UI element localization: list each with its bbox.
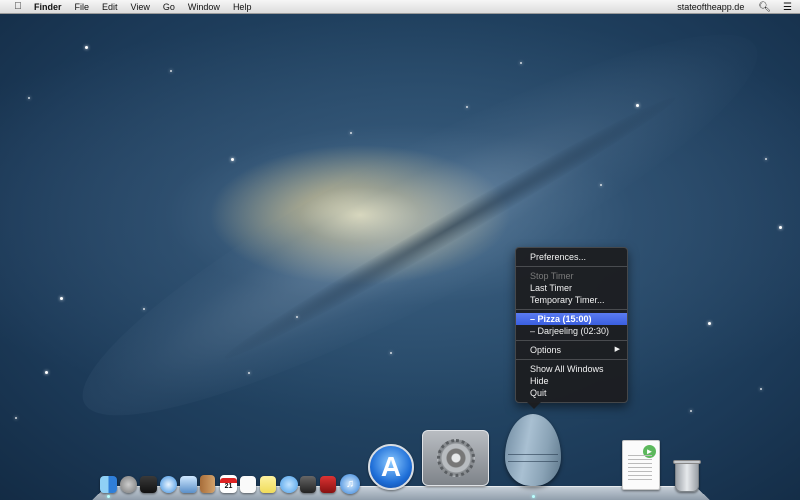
apple-icon[interactable]:  [12, 1, 24, 12]
menu-edit[interactable]: Edit [102, 2, 118, 12]
star [231, 158, 234, 161]
menu-item-quit[interactable]: Quit [516, 387, 627, 399]
star [466, 106, 468, 108]
calendar-icon[interactable]: 21 [220, 475, 237, 493]
trash-icon[interactable] [673, 460, 701, 492]
star [390, 352, 392, 354]
star [15, 417, 17, 419]
menu-item-timer-darjeeling[interactable]: – Darjeeling (02:30) [516, 325, 627, 337]
egg-timer-dial [508, 454, 558, 462]
app-store-icon[interactable]: A [368, 444, 414, 490]
menu-item-hide[interactable]: Hide [516, 375, 627, 387]
menu-help[interactable]: Help [233, 2, 252, 12]
menu-separator [516, 309, 627, 310]
menu-view[interactable]: View [131, 2, 150, 12]
finder-icon[interactable] [100, 476, 117, 493]
facetime-icon[interactable] [300, 476, 316, 493]
trash-lid [673, 460, 701, 464]
menu-go[interactable]: Go [163, 2, 175, 12]
star [45, 371, 48, 374]
menu-item-stop-timer: Stop Timer [530, 271, 574, 281]
safari-icon[interactable] [160, 476, 177, 493]
star [765, 158, 767, 160]
photo-booth-icon[interactable] [320, 476, 336, 493]
menu-bar-extras: stateoftheapp.de 🔍︎ ☰ [677, 0, 792, 14]
dock-context-menu: Preferences... Stop Timer Last Timer Tem… [515, 247, 628, 409]
star [760, 388, 762, 390]
menu-window[interactable]: Window [188, 2, 220, 12]
star [28, 97, 30, 99]
menu-item-show-all-windows[interactable]: Show All Windows [516, 363, 627, 375]
preview-icon[interactable] [180, 476, 197, 493]
menu-extra-text[interactable]: stateoftheapp.de [677, 2, 744, 12]
menu-item-temporary-timer[interactable]: Temporary Timer... [516, 294, 627, 306]
menu-app-name[interactable]: Finder [34, 2, 62, 12]
star [600, 184, 602, 186]
menu-item-options[interactable]: Options ▶ [516, 344, 627, 356]
menu-item-timer-pizza[interactable]: – Pizza (15:00) [516, 313, 627, 325]
mission-control-icon[interactable] [140, 476, 157, 493]
document-icon[interactable]: ► [622, 440, 660, 490]
gear-icon [436, 439, 475, 477]
menu-separator [516, 266, 627, 267]
contacts-icon[interactable] [200, 475, 215, 493]
menu-separator [516, 340, 627, 341]
calendar-day: 21 [224, 483, 233, 490]
star [248, 372, 250, 374]
document-lines [628, 455, 652, 481]
messages-icon[interactable] [280, 476, 298, 493]
desktop-wallpaper[interactable] [0, 0, 800, 500]
star [690, 410, 692, 412]
launchpad-icon[interactable] [120, 476, 137, 493]
notes-icon[interactable] [260, 476, 276, 493]
notification-center-icon[interactable]: ☰ [783, 2, 792, 13]
star [779, 226, 782, 229]
menu-bar:  Finder File Edit View Go Window Help s… [0, 0, 800, 14]
menu-item-options-label: Options [530, 345, 562, 355]
menu-item-preferences[interactable]: Preferences... [516, 251, 627, 263]
star [520, 62, 522, 64]
star [85, 46, 88, 49]
star [60, 297, 63, 300]
submenu-arrow-icon: ▶ [614, 346, 620, 353]
menu-item-last-timer[interactable]: Last Timer [516, 282, 627, 294]
menu-file[interactable]: File [75, 2, 90, 12]
reminders-icon[interactable] [240, 476, 256, 493]
star [708, 322, 711, 325]
menu-separator [516, 359, 627, 360]
star [143, 308, 145, 310]
star [636, 104, 639, 107]
system-preferences-icon[interactable] [422, 430, 489, 486]
star [296, 316, 298, 318]
star [170, 70, 172, 72]
spotlight-search-icon[interactable]: 🔍︎ [758, 2, 771, 13]
itunes-icon[interactable]: ♫ [340, 474, 360, 494]
star [350, 132, 352, 134]
